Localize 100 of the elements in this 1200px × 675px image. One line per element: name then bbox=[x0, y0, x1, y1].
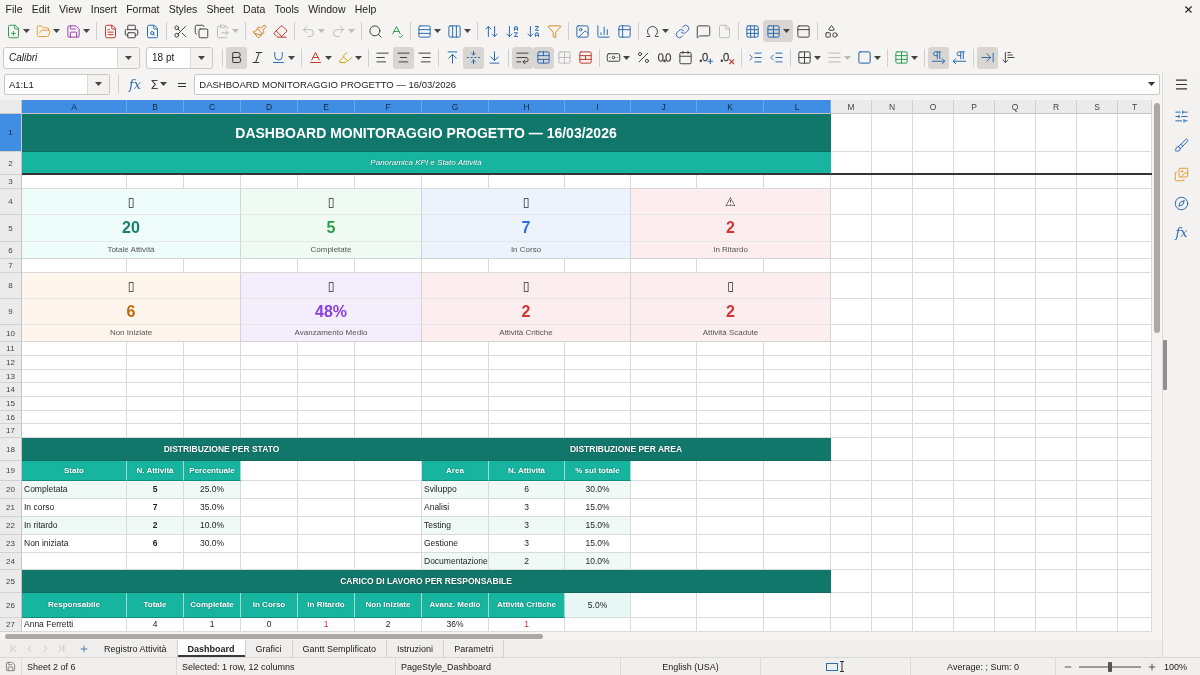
row-header[interactable]: 20 bbox=[0, 481, 22, 499]
row-header[interactable]: 8 bbox=[0, 273, 22, 299]
caret-icon bbox=[83, 29, 90, 33]
row-header[interactable]: 24 bbox=[0, 553, 22, 570]
menu-item[interactable]: Window bbox=[303, 0, 351, 18]
row-header[interactable]: 21 bbox=[0, 499, 22, 517]
sum-button[interactable]: Σ bbox=[148, 74, 170, 94]
menu-item[interactable]: Edit bbox=[27, 0, 55, 18]
column-header[interactable]: L bbox=[764, 100, 831, 114]
square-icon bbox=[857, 50, 872, 65]
language[interactable]: English (USA) bbox=[662, 661, 719, 672]
horizontal-scrollbar-thumb[interactable] bbox=[5, 633, 543, 639]
menu-item[interactable]: Data bbox=[238, 0, 270, 18]
section-header: CARICO DI LAVORO PER RESPONSABILE bbox=[22, 570, 831, 593]
row-header[interactable]: 11 bbox=[0, 342, 22, 356]
align-middle-button[interactable] bbox=[463, 46, 484, 69]
row-header[interactable]: 15 bbox=[0, 397, 22, 411]
selection-info: Selected: 1 row, 12 columns bbox=[182, 661, 295, 672]
font-size-field[interactable]: 18 pt bbox=[146, 46, 213, 69]
column-header[interactable]: H bbox=[489, 100, 565, 114]
bold-button[interactable] bbox=[226, 46, 247, 69]
align-center-icon bbox=[396, 50, 411, 65]
kpi-value: 48% bbox=[241, 299, 422, 325]
column-header[interactable]: I bbox=[565, 100, 631, 114]
sidebar-handle[interactable] bbox=[1163, 340, 1167, 390]
column-header[interactable]: E bbox=[298, 100, 355, 114]
font-size-dropdown[interactable] bbox=[190, 47, 212, 68]
row-header[interactable]: 5 bbox=[0, 215, 22, 242]
row-header[interactable]: 17 bbox=[0, 424, 22, 438]
column-header[interactable]: B bbox=[127, 100, 184, 114]
row-header[interactable]: 4 bbox=[0, 189, 22, 215]
formula-button[interactable]: = bbox=[174, 74, 190, 94]
formula-input[interactable]: DASHBOARD MONITORAGGIO PROGETTO — 16/03/2026 bbox=[194, 73, 1160, 95]
left-to-right-button[interactable] bbox=[928, 46, 949, 69]
column-header[interactable]: R bbox=[1036, 100, 1077, 114]
vertical-scrollbar-thumb[interactable] bbox=[1154, 103, 1160, 333]
menu-item[interactable]: Tools bbox=[269, 0, 304, 18]
align-center-button[interactable] bbox=[393, 46, 414, 69]
name-box-dropdown[interactable] bbox=[87, 74, 109, 94]
column-heading: In Ritardo bbox=[298, 593, 355, 618]
name-box[interactable]: A1:L1 bbox=[4, 73, 110, 95]
font-name-dropdown[interactable] bbox=[117, 47, 139, 68]
column-heading: N. Attività bbox=[127, 461, 184, 481]
row-header[interactable]: 6 bbox=[0, 242, 22, 259]
menu-item[interactable]: Format bbox=[121, 0, 165, 18]
column-header[interactable]: M bbox=[831, 100, 872, 114]
column-header[interactable]: K bbox=[697, 100, 764, 114]
freeze-button[interactable] bbox=[763, 20, 793, 42]
menu-item[interactable]: View bbox=[54, 0, 87, 18]
column-header[interactable]: N bbox=[872, 100, 913, 114]
table-icon bbox=[766, 23, 781, 39]
row-header[interactable]: 9 bbox=[0, 299, 22, 325]
sheet-tab[interactable]: Dashboard bbox=[177, 640, 246, 657]
row-header[interactable]: 1 bbox=[0, 114, 22, 152]
row-header[interactable]: 25 bbox=[0, 570, 22, 593]
row-header[interactable]: 3 bbox=[0, 175, 22, 189]
arrow-right-icon bbox=[980, 50, 995, 65]
column-header[interactable]: S bbox=[1077, 100, 1118, 114]
menu-item[interactable]: Styles bbox=[164, 0, 202, 18]
column-header[interactable]: Q bbox=[995, 100, 1036, 114]
function-wizard-button[interactable]: fx bbox=[127, 74, 144, 94]
row-header[interactable]: 26 bbox=[0, 593, 22, 618]
row-header[interactable]: 16 bbox=[0, 411, 22, 424]
column-header[interactable]: D bbox=[241, 100, 298, 114]
zoom-level[interactable]: 100% bbox=[1164, 661, 1188, 672]
menu-item[interactable]: Help bbox=[350, 0, 381, 18]
zoom-slider-thumb[interactable] bbox=[1108, 661, 1112, 672]
section-header: DISTRIBUZIONE PER STATO bbox=[22, 438, 422, 461]
text-direction-button[interactable] bbox=[977, 46, 998, 69]
panel-icon bbox=[796, 23, 811, 39]
merge-center-button[interactable] bbox=[533, 46, 554, 69]
functions-button[interactable]: fx bbox=[1169, 221, 1194, 243]
font-name-field[interactable]: Calibri bbox=[3, 46, 140, 69]
column-header[interactable]: T bbox=[1118, 100, 1152, 114]
menu-item[interactable]: Insert bbox=[86, 0, 122, 18]
row-header[interactable]: 27 bbox=[0, 618, 22, 632]
column-header[interactable]: C bbox=[184, 100, 241, 114]
column-header[interactable]: J bbox=[631, 100, 697, 114]
menu-item[interactable]: File bbox=[1, 0, 28, 18]
rectangle-cursor-icon[interactable] bbox=[825, 661, 846, 672]
column-header[interactable]: F bbox=[355, 100, 422, 114]
column-header[interactable]: P bbox=[954, 100, 995, 114]
row-header[interactable]: 7 bbox=[0, 259, 22, 273]
copy-icon bbox=[194, 23, 209, 39]
row-header[interactable]: 10 bbox=[0, 325, 22, 342]
row-header[interactable]: 19 bbox=[0, 461, 22, 481]
column-header[interactable]: G bbox=[422, 100, 489, 114]
row-header[interactable]: 18 bbox=[0, 438, 22, 461]
row-header[interactable]: 13 bbox=[0, 370, 22, 383]
column-header[interactable]: A bbox=[22, 100, 127, 114]
row-header[interactable]: 23 bbox=[0, 535, 22, 553]
row-header[interactable]: 14 bbox=[0, 383, 22, 397]
column-header[interactable]: O bbox=[913, 100, 954, 114]
menu-item[interactable]: Sheet bbox=[201, 0, 239, 18]
caret-icon bbox=[288, 55, 295, 60]
row-header[interactable]: 2 bbox=[0, 152, 22, 175]
row-header[interactable]: 22 bbox=[0, 517, 22, 535]
outdent-icon bbox=[769, 50, 784, 65]
wrap-text-button[interactable] bbox=[512, 46, 533, 69]
row-header[interactable]: 12 bbox=[0, 356, 22, 370]
